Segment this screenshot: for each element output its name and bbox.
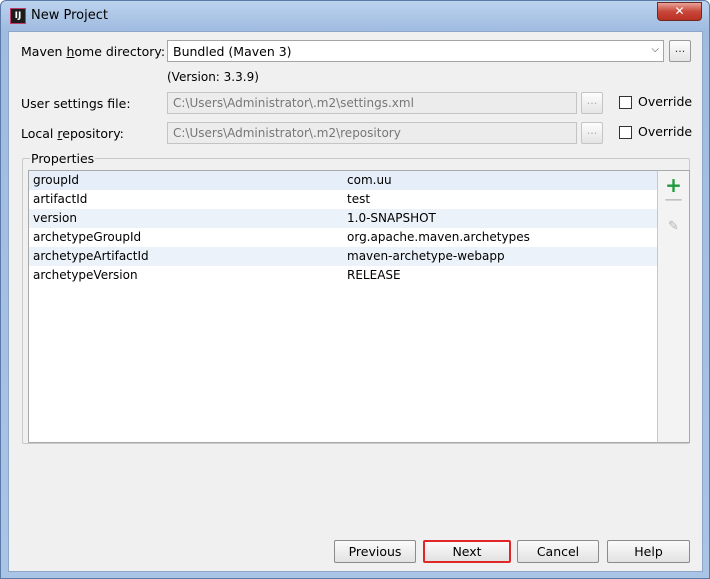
title-bar[interactable]: IJ New Project ✕ [1, 1, 709, 31]
maven-home-browse-button[interactable]: ... [669, 40, 691, 62]
table-row[interactable]: archetypeArtifactId maven-archetype-weba… [29, 247, 657, 266]
property-key: archetypeArtifactId [33, 249, 149, 263]
local-repository-override-checkbox[interactable] [619, 126, 632, 139]
maven-home-combobox[interactable]: Bundled (Maven 3) ⌵ [167, 40, 664, 62]
property-key: groupId [33, 173, 80, 187]
chevron-down-icon[interactable]: ⌵ [651, 44, 659, 55]
next-button[interactable]: Next [423, 540, 511, 563]
previous-button[interactable]: Previous [334, 540, 416, 563]
user-settings-override-checkbox[interactable] [619, 96, 632, 109]
property-value: test [347, 192, 371, 206]
properties-toolbar: + — ✎ [657, 170, 690, 443]
table-row[interactable]: artifactId test [29, 190, 657, 209]
property-key: artifactId [33, 192, 88, 206]
dialog-content: Maven home directory: Bundled (Maven 3) … [8, 31, 703, 572]
property-key: version [33, 211, 77, 225]
table-row[interactable]: archetypeGroupId org.apache.maven.archet… [29, 228, 657, 247]
intellij-idea-icon: IJ [10, 8, 26, 24]
table-row[interactable]: groupId com.uu [29, 171, 657, 190]
local-repository-field: C:\Users\Administrator\.m2\repository [167, 122, 577, 144]
maven-home-label: Maven home directory: [21, 44, 166, 59]
table-row[interactable]: version 1.0-SNAPSHOT [29, 209, 657, 228]
property-value: maven-archetype-webapp [347, 249, 505, 263]
local-repository-browse-button: ... [581, 122, 603, 144]
properties-table[interactable]: groupId com.uu artifactId test version 1… [28, 170, 658, 443]
property-value: org.apache.maven.archetypes [347, 230, 530, 244]
user-settings-label: User settings file: [21, 96, 131, 111]
table-row[interactable]: archetypeVersion RELEASE [29, 266, 657, 285]
maven-version-text: (Version: 3.3.9) [167, 70, 259, 84]
help-button[interactable]: Help [607, 540, 690, 563]
property-value: com.uu [347, 173, 392, 187]
user-settings-field: C:\Users\Administrator\.m2\settings.xml [167, 92, 577, 114]
properties-legend: Properties [30, 151, 96, 166]
local-repository-override-label[interactable]: Override [638, 124, 692, 139]
cancel-button[interactable]: Cancel [517, 540, 599, 563]
user-settings-override-label[interactable]: Override [638, 94, 692, 109]
user-settings-browse-button: ... [581, 92, 603, 114]
property-key: archetypeGroupId [33, 230, 142, 244]
local-repository-label: Local repository: [21, 126, 124, 141]
maven-home-value: Bundled (Maven 3) [173, 44, 292, 59]
remove-icon[interactable]: — [658, 189, 689, 210]
property-key: archetypeVersion [33, 268, 138, 282]
edit-icon[interactable]: ✎ [658, 219, 689, 234]
property-value: 1.0-SNAPSHOT [347, 211, 436, 225]
property-value: RELEASE [347, 268, 401, 282]
new-project-dialog: IJ New Project ✕ Maven home directory: B… [0, 0, 710, 579]
close-button[interactable]: ✕ [657, 2, 702, 21]
window-title: New Project [31, 8, 108, 23]
